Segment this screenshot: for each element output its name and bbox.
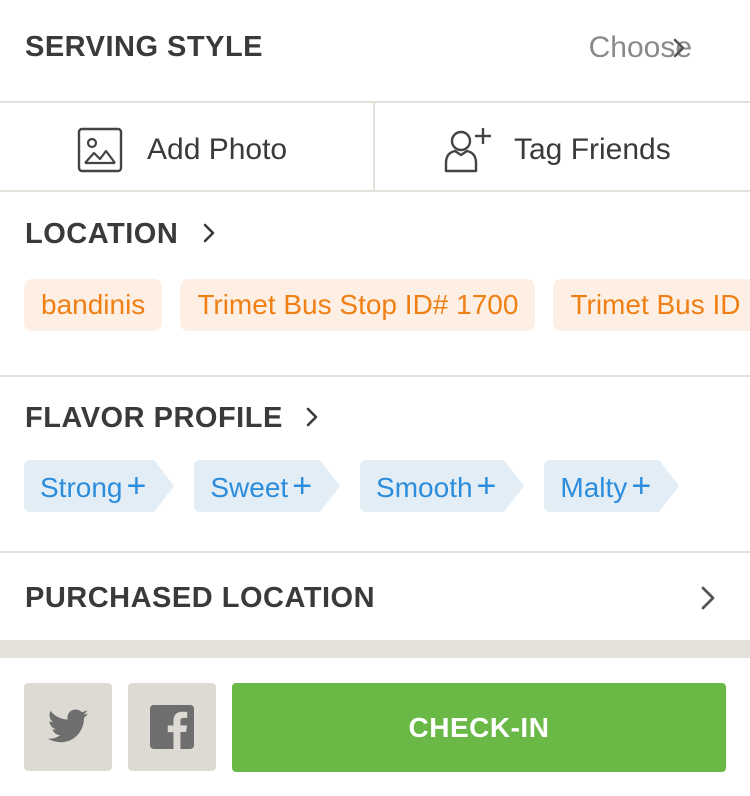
location-chip-list: bandinis Trimet Bus Stop ID# 1700 Trimet B… [24, 279, 750, 331]
flavor-profile-title[interactable]: FLAVOR PROFILE [25, 402, 283, 435]
section-divider [0, 375, 750, 377]
flavor-chip-label: Strong [40, 472, 123, 503]
purchased-location-title[interactable]: PURCHASED LOCATION [25, 582, 375, 615]
flavor-chip[interactable]: Sweet + [194, 460, 340, 512]
flavor-chip-label: Smooth [376, 472, 473, 503]
flavor-chip-label: Malty [560, 472, 628, 503]
twitter-share-button[interactable] [24, 683, 112, 771]
location-title[interactable]: LOCATION [25, 218, 178, 251]
add-photo-button[interactable]: Add Photo [0, 103, 373, 190]
flavor-chip[interactable]: Smooth + [360, 460, 525, 512]
plus-icon: + [631, 467, 652, 505]
add-photo-label: Add Photo [147, 133, 288, 166]
twitter-icon [47, 709, 89, 743]
media-actions-row: Add Photo Tag Friends [0, 103, 750, 192]
footer-separator [0, 640, 750, 658]
plus-icon: + [292, 467, 313, 505]
flavor-chip[interactable]: Malty + [544, 460, 679, 512]
location-chip[interactable]: bandinis [24, 279, 163, 331]
add-person-icon [444, 128, 491, 173]
facebook-icon [150, 705, 194, 749]
image-icon [77, 127, 123, 173]
flavor-chip-list: Strong + Sweet + Smooth + Malty + [24, 460, 750, 512]
serving-style-row[interactable]: SERVING STYLE Choose [0, 0, 750, 103]
section-divider [0, 551, 750, 553]
chevron-right-icon [306, 407, 318, 427]
flavor-chip-label: Sweet [210, 472, 289, 503]
facebook-share-button[interactable] [128, 683, 216, 771]
chevron-right-icon [203, 223, 215, 243]
flavor-chip[interactable]: Strong + [24, 460, 175, 512]
serving-style-title: SERVING STYLE [25, 31, 264, 63]
tag-friends-label: Tag Friends [514, 133, 671, 166]
location-chip[interactable]: Trimet Bus Stop ID# 1700 [180, 279, 536, 331]
chevron-right-icon [673, 38, 685, 58]
plus-icon: + [126, 467, 147, 505]
location-chip[interactable]: Trimet Bus ID [553, 279, 750, 331]
chevron-right-icon[interactable] [697, 584, 719, 612]
tag-friends-button[interactable]: Tag Friends [375, 103, 750, 190]
check-in-button[interactable]: CHECK-IN [232, 683, 726, 772]
plus-icon: + [476, 467, 497, 505]
